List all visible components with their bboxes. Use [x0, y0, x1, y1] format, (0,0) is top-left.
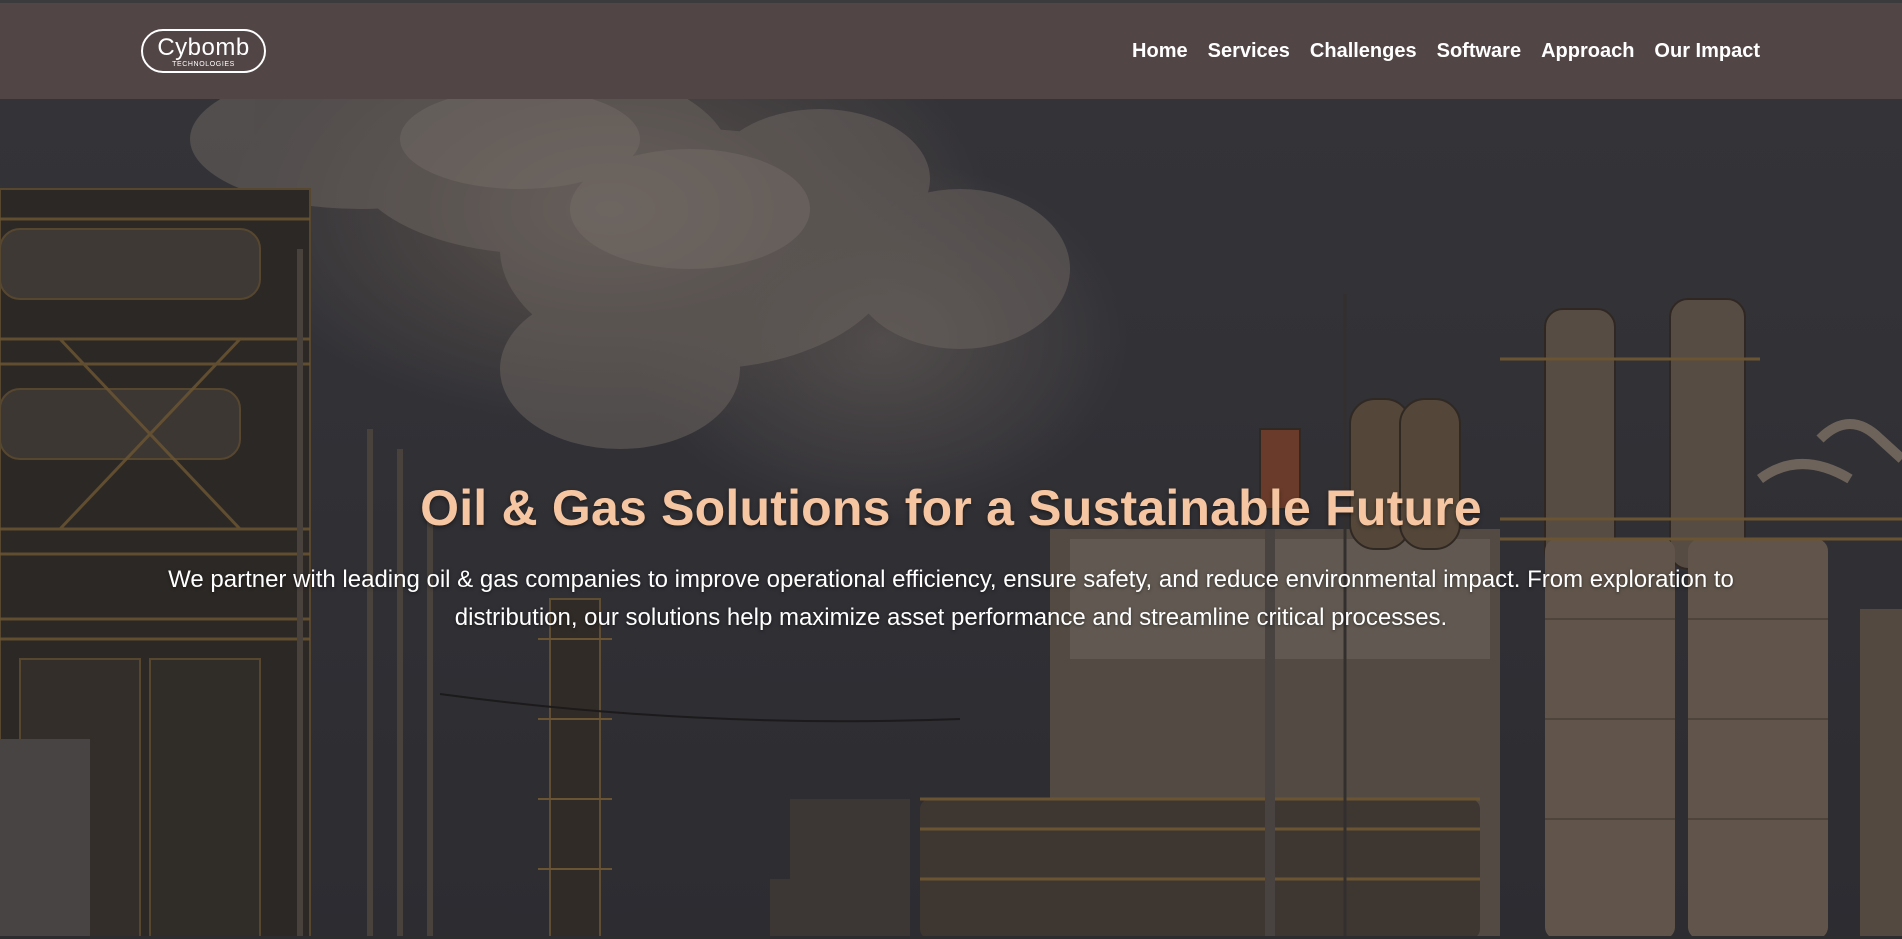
nav-link-home[interactable]: Home — [1132, 40, 1188, 63]
hero-description: We partner with leading oil & gas compan… — [168, 566, 1734, 631]
brand-logo[interactable]: Cybomb TECHNOLOGIES — [141, 29, 266, 73]
navbar: Cybomb TECHNOLOGIES Home Services Challe… — [0, 3, 1902, 99]
nav-link-approach[interactable]: Approach — [1541, 40, 1634, 63]
main-nav: Home Services Challenges Software Approa… — [1132, 40, 1760, 63]
nav-link-challenges[interactable]: Challenges — [1310, 40, 1417, 63]
logo-tagline: TECHNOLOGIES — [172, 61, 235, 68]
logo-wordmark: Cybomb — [157, 34, 250, 61]
hero-content: Oil & Gas Solutions for a Sustainable Fu… — [0, 479, 1902, 637]
nav-link-software[interactable]: Software — [1437, 40, 1521, 63]
hero-section: Oil & Gas Solutions for a Sustainable Fu… — [0, 99, 1902, 939]
nav-link-our-impact[interactable]: Our Impact — [1654, 40, 1760, 63]
hero-title: Oil & Gas Solutions for a Sustainable Fu… — [420, 480, 1482, 536]
nav-link-services[interactable]: Services — [1208, 40, 1290, 63]
